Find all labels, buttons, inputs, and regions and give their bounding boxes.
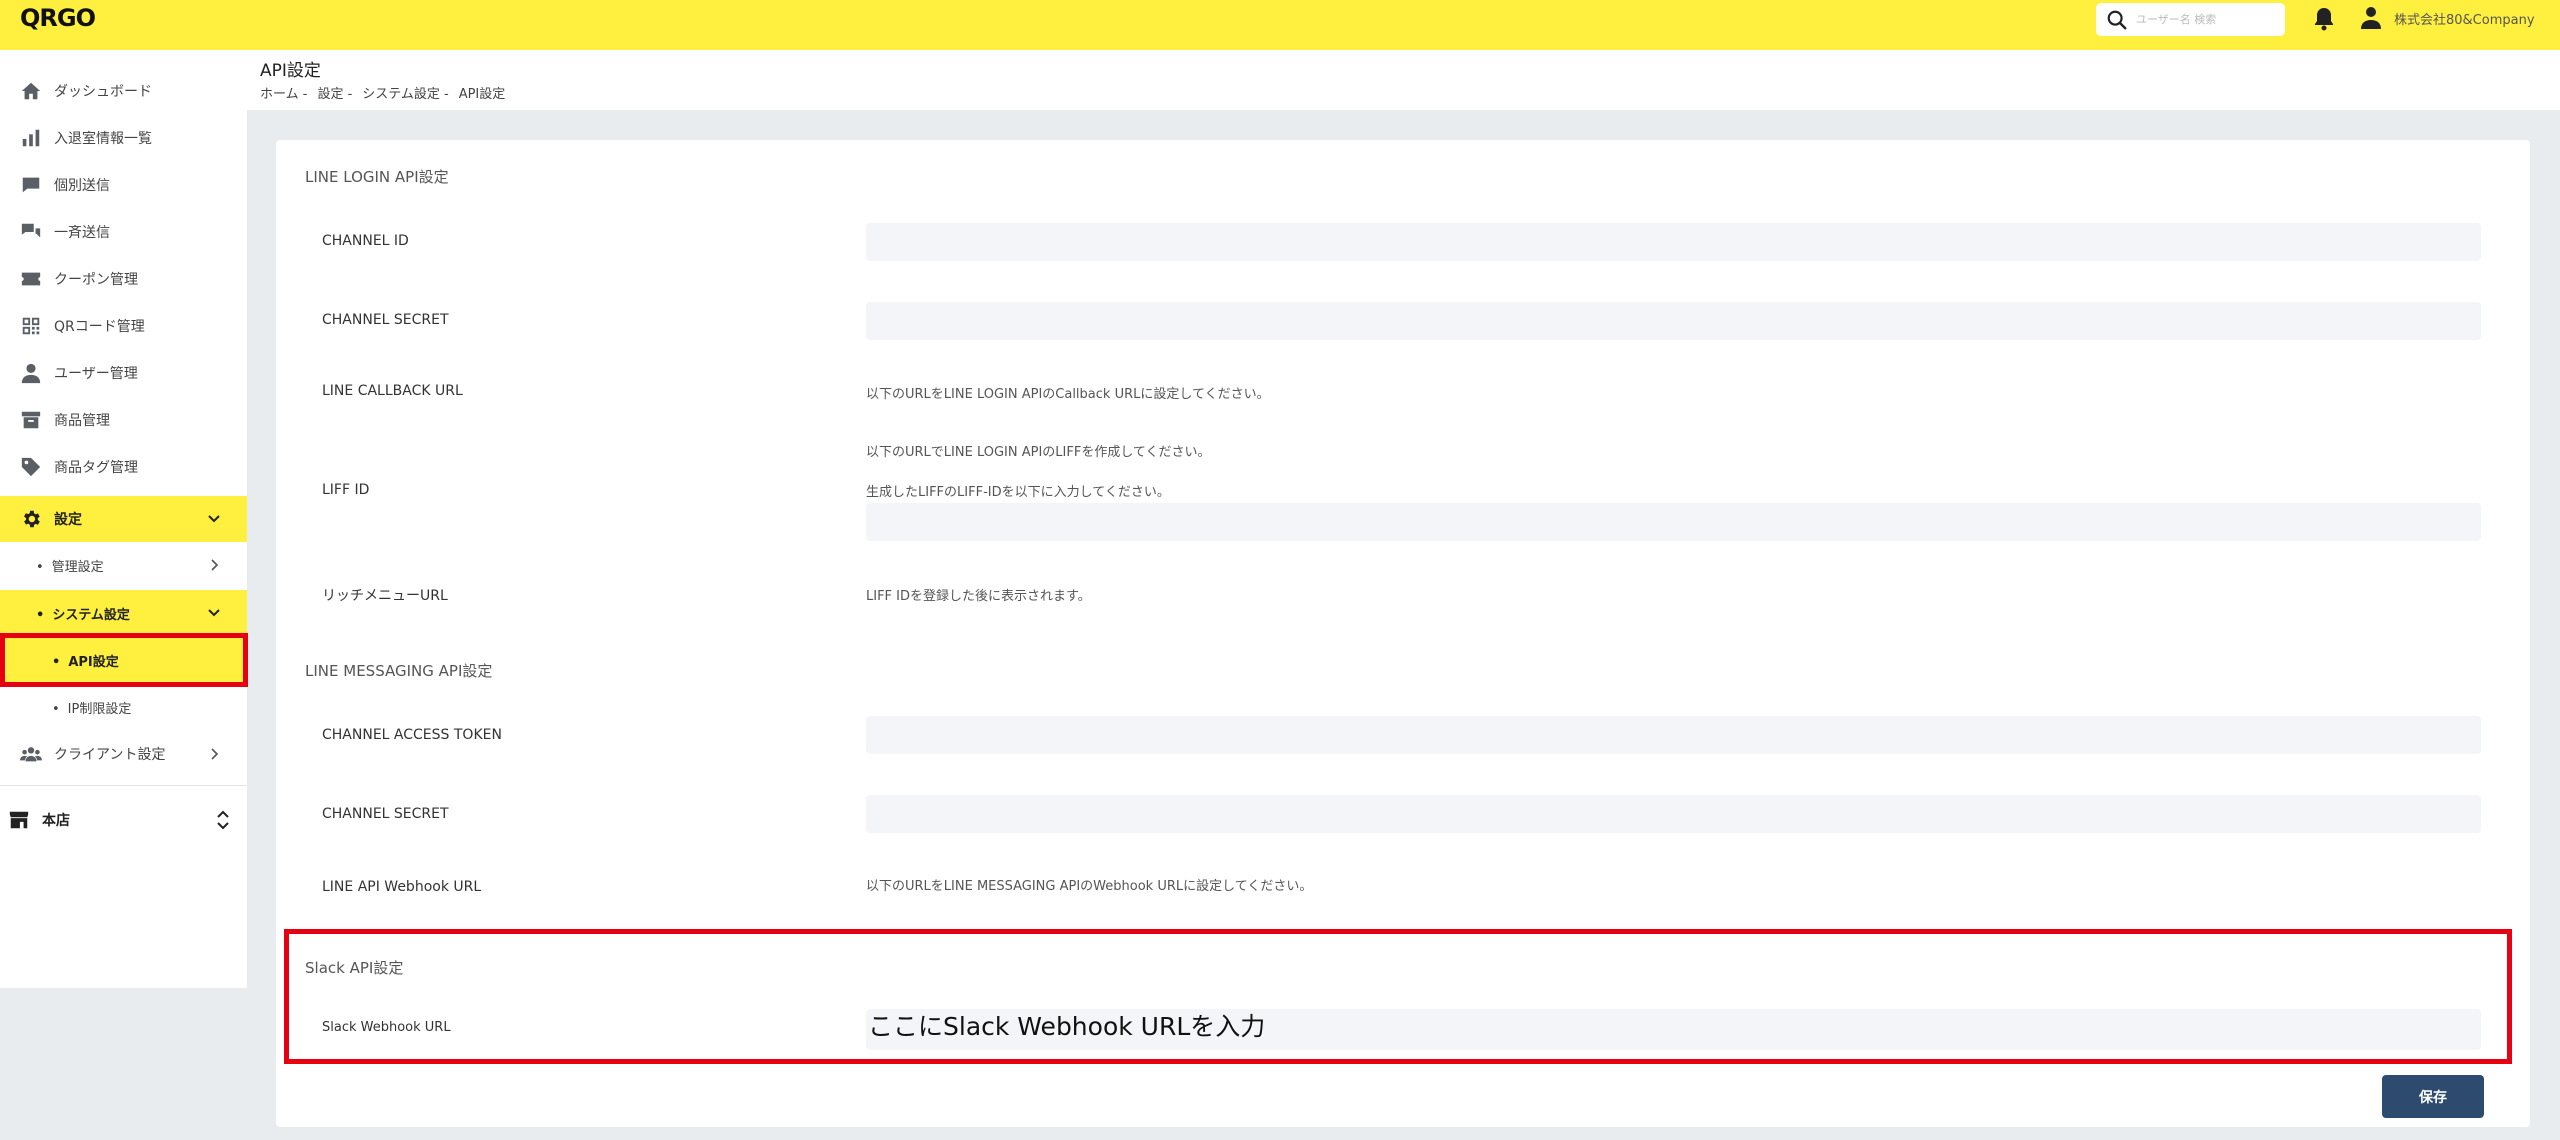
chat-multi-icon (20, 221, 42, 243)
label-callback-url: LINE CALLBACK URL (322, 383, 463, 399)
sidebar-item-qr-codes[interactable]: QRコード管理 (0, 303, 247, 349)
liff-id-input[interactable] (866, 503, 2481, 541)
page-title: API設定 (260, 61, 321, 81)
label-access-token: CHANNEL ACCESS TOKEN (322, 727, 502, 743)
label-channel-id: CHANNEL ID (322, 233, 409, 249)
chevron-updown-icon (217, 810, 229, 830)
sidebar-item-individual-send[interactable]: 個別送信 (0, 162, 247, 208)
label-messaging-channel-secret: CHANNEL SECRET (322, 806, 449, 822)
coupon-icon (20, 268, 42, 290)
bell-icon[interactable] (2312, 6, 2336, 32)
section-title-line-login: LINE LOGIN API設定 (305, 168, 449, 186)
sidebar-item-admin-settings[interactable]: 管理設定 (0, 542, 247, 588)
breadcrumb-api-settings: API設定 (458, 87, 506, 102)
top-bar: QRGO 株式会社80&Company (0, 0, 2560, 50)
gear-icon (20, 508, 42, 530)
section-title-line-messaging: LINE MESSAGING API設定 (305, 662, 493, 680)
save-button[interactable]: 保存 (2382, 1075, 2484, 1118)
chevron-right-icon (211, 748, 219, 760)
sidebar-item-users[interactable]: ユーザー管理 (0, 350, 247, 396)
chevron-right-icon (211, 559, 219, 571)
sidebar-item-client-settings[interactable]: クライアント設定 (0, 731, 247, 777)
chat-icon (20, 174, 42, 196)
user-icon (20, 362, 42, 384)
sidebar-item-product-tags[interactable]: 商品タグ管理 (0, 444, 247, 490)
breadcrumb-home[interactable]: ホーム - (260, 83, 307, 102)
sidebar-item-ip-restriction[interactable]: IP制限設定 (0, 684, 247, 730)
page-header: API設定 ホーム - 設定 - システム設定 - API設定 (247, 50, 2560, 110)
channel-secret-input[interactable] (866, 302, 2481, 340)
user-icon (2361, 7, 2381, 29)
sidebar-item-system-settings[interactable]: システム設定 (0, 590, 247, 636)
bar-chart-icon (20, 127, 42, 149)
store-selector[interactable]: 本店 (0, 800, 247, 840)
webhook-url-hint: 以下のURLをLINE MESSAGING APIのWebhook URLに設定… (866, 879, 1313, 894)
sidebar-item-settings[interactable]: 設定 (0, 496, 247, 542)
highlight-box-sidebar (0, 633, 248, 687)
app-logo[interactable]: QRGO (20, 4, 96, 32)
sidebar-item-dashboard[interactable]: ダッシュボード (0, 68, 247, 114)
qr-code-icon (20, 315, 42, 337)
chevron-down-icon (208, 515, 220, 523)
label-liff-id: LIFF ID (322, 482, 370, 498)
access-token-input[interactable] (866, 716, 2481, 754)
label-webhook-url: LINE API Webhook URL (322, 879, 482, 895)
user-menu[interactable]: 株式会社80&Company (2360, 6, 2535, 30)
search-input[interactable] (2136, 13, 2276, 26)
breadcrumb-system-settings[interactable]: システム設定 - (362, 83, 448, 102)
sidebar: ダッシュボード 入退室情報一覧 個別送信 一斉送信 クーポン管理 QRコード管理… (0, 50, 247, 988)
breadcrumb: ホーム - 設定 - システム設定 - API設定 (260, 83, 515, 102)
label-channel-secret: CHANNEL SECRET (322, 312, 449, 328)
archive-icon (20, 409, 42, 431)
sidebar-divider (0, 785, 247, 786)
liff-hint-2: 生成したLIFFのLIFF-IDを以下に入力してください。 (866, 485, 1170, 500)
company-name: 株式会社80&Company (2394, 12, 2535, 28)
search-icon (2107, 10, 2127, 29)
highlight-box-slack (284, 929, 2512, 1064)
liff-hint-1: 以下のURLでLINE LOGIN APIのLIFFを作成してください。 (866, 445, 1211, 460)
richmenu-hint: LIFF IDを登録した後に表示されます。 (866, 589, 1091, 604)
breadcrumb-settings[interactable]: 設定 - (317, 83, 352, 102)
sidebar-item-coupons[interactable]: クーポン管理 (0, 256, 247, 302)
store-icon (9, 811, 29, 829)
callback-url-hint: 以下のURLをLINE LOGIN APIのCallback URLに設定してく… (866, 387, 1270, 402)
sidebar-item-bulk-send[interactable]: 一斉送信 (0, 209, 247, 255)
chevron-down-icon (208, 609, 220, 617)
sidebar-item-entry-log[interactable]: 入退室情報一覧 (0, 115, 247, 161)
users-group-icon (20, 743, 42, 765)
home-icon (20, 80, 42, 102)
messaging-channel-secret-input[interactable] (866, 795, 2481, 833)
tag-icon (20, 456, 42, 478)
label-richmenu-url: リッチメニューURL (322, 588, 448, 604)
search-box[interactable] (2096, 3, 2285, 36)
sidebar-item-products[interactable]: 商品管理 (0, 397, 247, 443)
channel-id-input[interactable] (866, 223, 2481, 261)
